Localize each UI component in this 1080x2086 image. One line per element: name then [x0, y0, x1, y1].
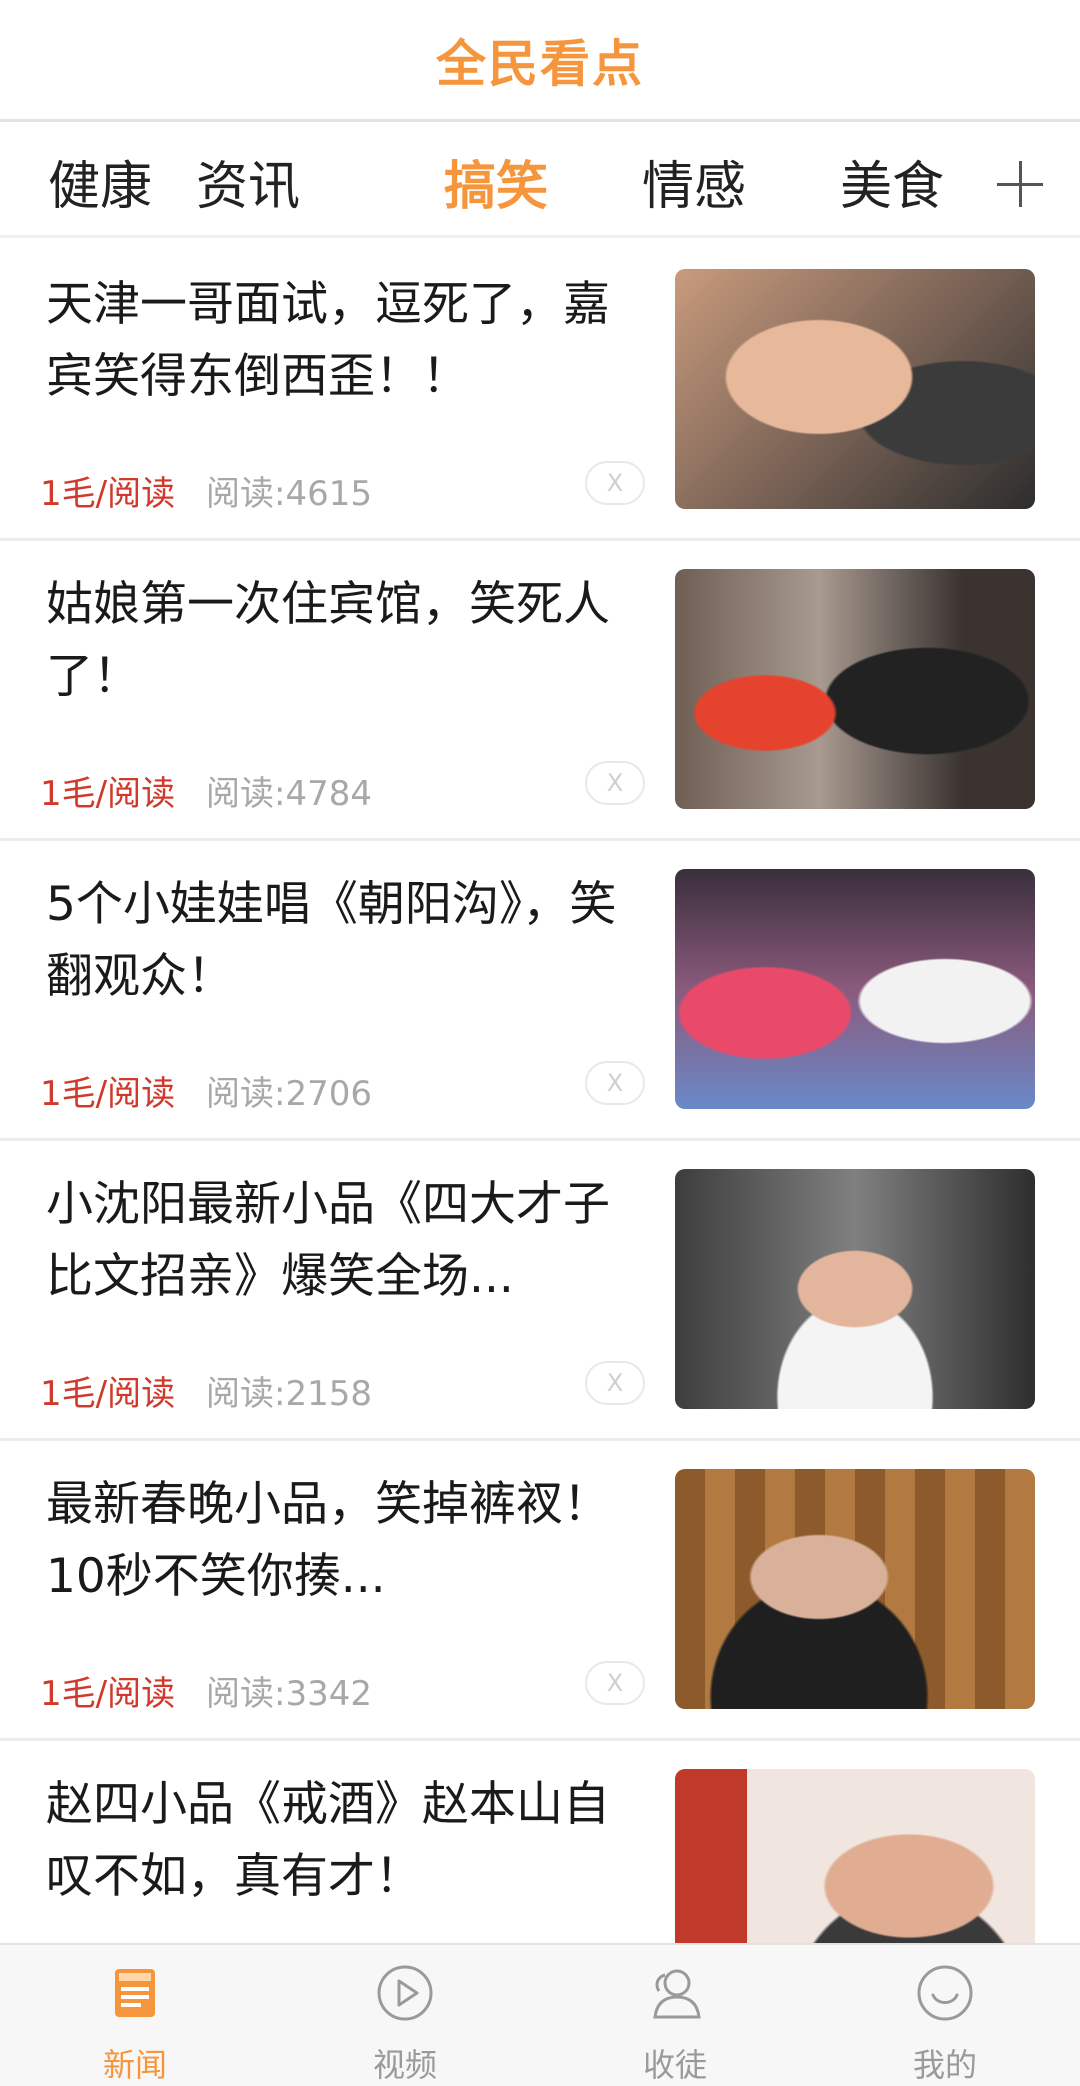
tab-food[interactable]: 美食: [817, 125, 967, 238]
news-thumbnail[interactable]: [675, 869, 1035, 1109]
dismiss-button[interactable]: X: [585, 1061, 645, 1105]
nav-mine-label: 我的: [912, 2046, 977, 2084]
read-count: 阅读:3342: [206, 1674, 372, 1714]
nav-news-label: 新闻: [102, 2046, 167, 2084]
news-item[interactable]: 天津一哥面试，逗死了，嘉宾笑得东倒西歪！！ 1毛/阅读 阅读:4615 X: [0, 241, 1080, 541]
category-tabs: 健康 资讯 搞笑 情感 美食: [0, 125, 1080, 238]
read-count: 阅读:2158: [206, 1374, 372, 1414]
news-title: 赵四小品《戒酒》赵本山自叹不如，真有才！: [46, 1777, 610, 1904]
app-root: 全民看点 健康 资讯 搞笑 情感 美食 天津一哥面试，逗死了，嘉宾笑得东倒西歪！…: [0, 0, 1080, 2086]
news-title: 姑娘第一次住宾馆，笑死人了！: [46, 577, 610, 704]
read-count: 阅读:4784: [206, 774, 372, 814]
reward-label: 1毛/阅读: [40, 774, 176, 814]
app-header: 全民看点: [0, 0, 1080, 122]
app-title: 全民看点: [436, 34, 644, 93]
reward-label: 1毛/阅读: [40, 1374, 176, 1414]
tab-funny[interactable]: 搞笑: [421, 125, 571, 238]
nav-mine[interactable]: 我的: [810, 1945, 1080, 2086]
news-title: 5个小娃娃唱《朝阳沟》，笑翻观众！: [46, 877, 617, 1004]
reward-label: 1毛/阅读: [40, 474, 176, 514]
dismiss-button[interactable]: X: [585, 461, 645, 505]
play-icon: [375, 1963, 435, 2023]
news-thumbnail[interactable]: [675, 569, 1035, 809]
news-item[interactable]: 5个小娃娃唱《朝阳沟》，笑翻观众！ 1毛/阅读 阅读:2706 X: [0, 841, 1080, 1141]
news-icon: [105, 1963, 165, 2023]
read-count: 阅读:4615: [206, 474, 372, 514]
news-thumbnail[interactable]: [675, 269, 1035, 509]
read-count: 阅读:2706: [206, 1074, 372, 1114]
news-item[interactable]: 姑娘第一次住宾馆，笑死人了！ 1毛/阅读 阅读:4784 X: [0, 541, 1080, 841]
reward-label: 1毛/阅读: [40, 1074, 176, 1114]
news-item[interactable]: 赵四小品《戒酒》赵本山自叹不如，真有才！: [0, 1741, 1080, 1943]
tab-health[interactable]: 健康: [25, 125, 175, 238]
news-thumbnail[interactable]: [675, 1769, 1035, 1943]
news-item[interactable]: 小沈阳最新小品《四大才子比文招亲》爆笑全场... 1毛/阅读 阅读:2158 X: [0, 1141, 1080, 1441]
news-thumbnail[interactable]: [675, 1469, 1035, 1709]
news-thumbnail[interactable]: [675, 1169, 1035, 1409]
news-title: 小沈阳最新小品《四大才子比文招亲》爆笑全场...: [46, 1177, 610, 1304]
dismiss-button[interactable]: X: [585, 761, 645, 805]
user-icon: [645, 1963, 705, 2023]
reward-label: 1毛/阅读: [40, 1674, 176, 1714]
smile-icon: [915, 1963, 975, 2023]
news-title: 天津一哥面试，逗死了，嘉宾笑得东倒西歪！！: [46, 277, 610, 404]
nav-news[interactable]: 新闻: [0, 1945, 270, 2086]
news-title: 最新春晚小品，笑掉裤衩！10秒不笑你揍...: [46, 1477, 610, 1604]
nav-apprentice[interactable]: 收徒: [540, 1945, 810, 2086]
nav-apprentice-label: 收徒: [642, 2046, 707, 2084]
nav-video-label: 视频: [372, 2046, 437, 2084]
news-item[interactable]: 最新春晚小品，笑掉裤衩！10秒不笑你揍... 1毛/阅读 阅读:3342 X: [0, 1441, 1080, 1741]
dismiss-button[interactable]: X: [585, 1361, 645, 1405]
dismiss-button[interactable]: X: [585, 1661, 645, 1705]
tab-emotion[interactable]: 情感: [619, 125, 769, 238]
bottom-navigation: 新闻 视频 收徒 我的: [0, 1943, 1080, 2086]
news-feed: 天津一哥面试，逗死了，嘉宾笑得东倒西歪！！ 1毛/阅读 阅读:4615 X 姑娘…: [0, 241, 1080, 1943]
tab-news[interactable]: 资讯: [173, 125, 323, 238]
add-tab-icon[interactable]: [985, 149, 1055, 219]
nav-video[interactable]: 视频: [270, 1945, 540, 2086]
